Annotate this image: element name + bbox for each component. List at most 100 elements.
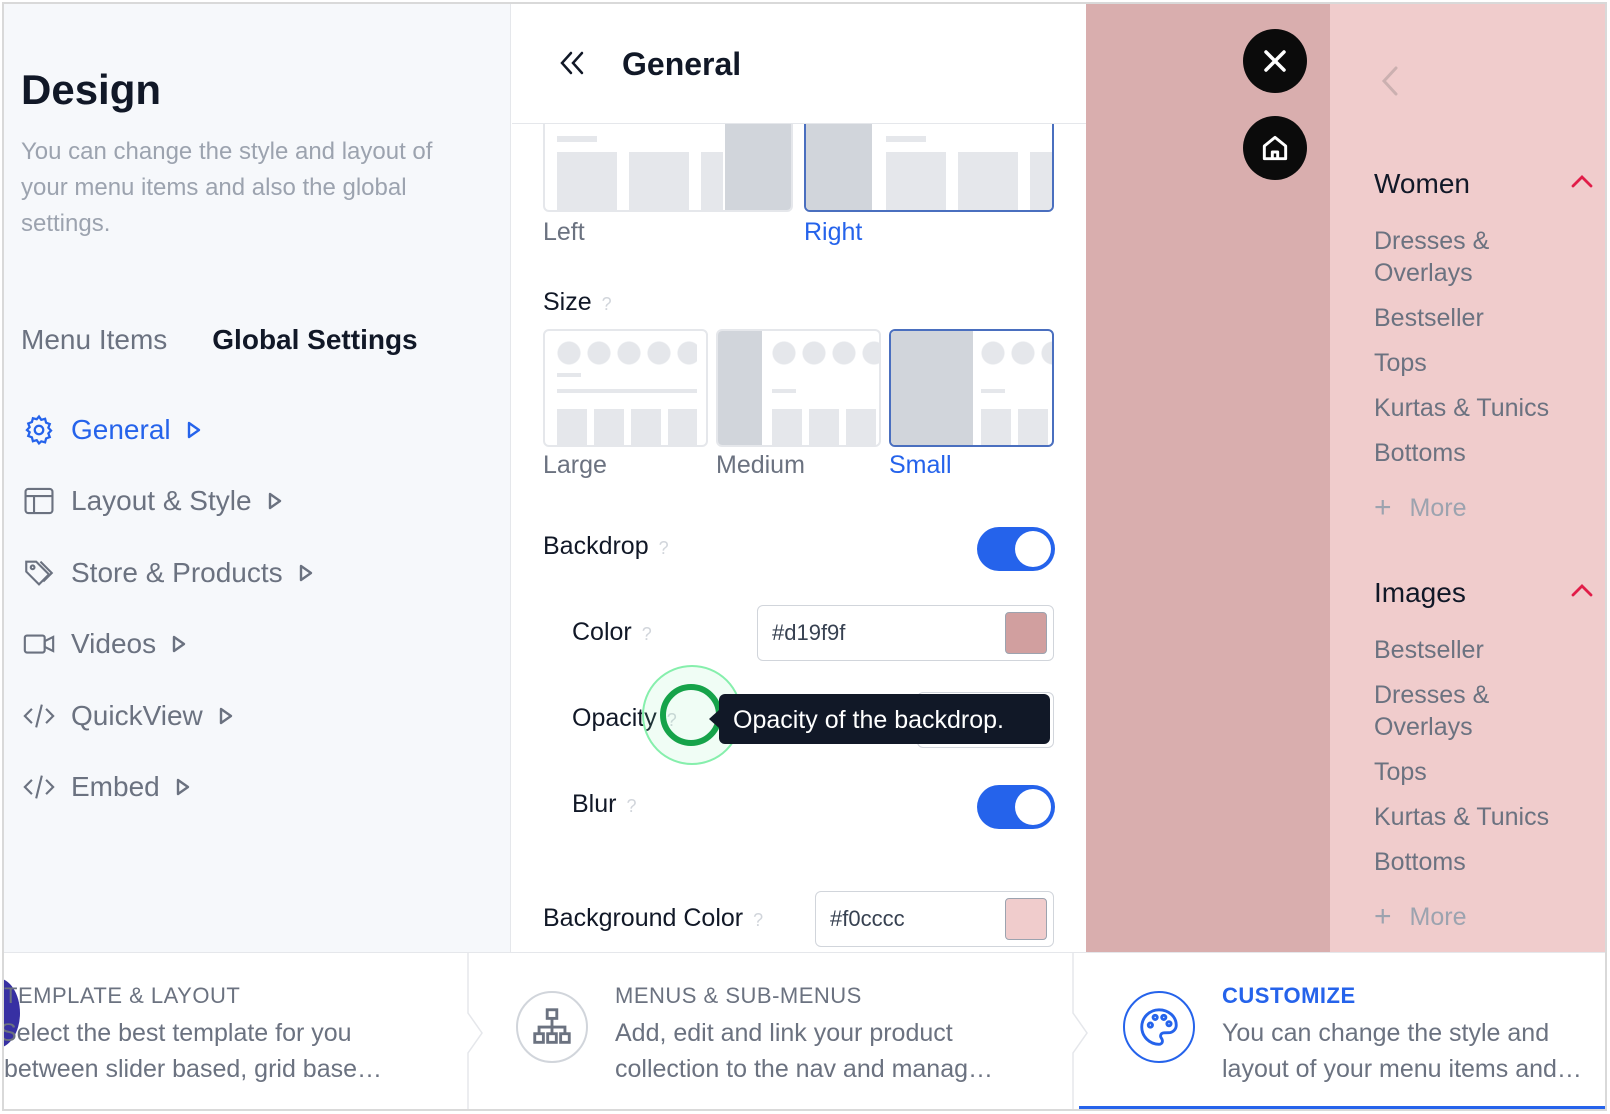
sitemap-icon	[516, 991, 588, 1063]
plus-icon: +	[1374, 900, 1392, 933]
menu-item[interactable]: Bestseller	[1374, 302, 1594, 334]
nav-label-layout-style: Layout & Style	[71, 485, 252, 517]
plus-icon: +	[1374, 491, 1392, 524]
step-menus-submenus[interactable]: MENUS & SUB-MENUS Add, edit and link you…	[486, 953, 1071, 1109]
position-right-label: Right	[804, 218, 863, 246]
backdrop-color-field[interactable]: #d19f9f	[757, 605, 1054, 661]
app-frame: Design You can change the style and layo…	[2, 2, 1607, 1111]
menu-item[interactable]: Dresses & Overlays	[1374, 679, 1594, 743]
menu-item[interactable]: Tops	[1374, 347, 1594, 379]
background-color-value: #f0cccc	[830, 906, 905, 931]
tags-icon	[21, 555, 57, 591]
help-icon[interactable]: ?	[659, 538, 669, 558]
step-title: TEMPLATE & LAYOUT	[4, 983, 241, 1008]
backdrop-label: Backdrop?	[543, 532, 669, 560]
size-medium-option[interactable]	[716, 329, 881, 447]
size-large-label: Large	[543, 451, 607, 479]
step-description: Add, edit and link your product collecti…	[615, 1019, 994, 1083]
menu-item[interactable]: Bottoms	[1374, 437, 1594, 469]
blur-toggle[interactable]	[977, 785, 1055, 829]
background-color-swatch[interactable]	[1005, 898, 1047, 940]
step-description: Select the best template for you between…	[4, 1019, 383, 1083]
backdrop-toggle[interactable]	[977, 527, 1055, 571]
close-icon	[1264, 50, 1286, 72]
position-left-label: Left	[543, 218, 585, 246]
step-title: CUSTOMIZE	[1222, 983, 1356, 1008]
step-divider	[467, 953, 483, 1109]
help-icon[interactable]: ?	[753, 910, 763, 930]
size-small-label: Small	[889, 451, 952, 479]
code-icon	[21, 769, 57, 805]
nav-item-store-products[interactable]: Store & Products	[21, 537, 313, 609]
help-icon[interactable]: ?	[642, 624, 652, 644]
menu-item[interactable]: Dresses & Overlays	[1374, 225, 1594, 289]
help-icon[interactable]: ?	[626, 796, 636, 816]
backdrop-color-swatch[interactable]	[1005, 612, 1047, 654]
step-title: MENUS & SUB-MENUS	[615, 983, 862, 1008]
step-progress-bar	[1079, 1106, 1605, 1109]
tab-global-settings[interactable]: Global Settings	[212, 324, 417, 356]
nav-label-videos: Videos	[71, 628, 157, 660]
step-template-layout[interactable]: TEMPLATE & LAYOUT Select the best templa…	[4, 953, 474, 1109]
sidebar-tabs: Menu Items Global Settings	[21, 324, 418, 356]
opacity-tooltip: Opacity of the backdrop.	[709, 694, 1050, 744]
double-chevron-left-icon[interactable]	[557, 48, 587, 78]
background-color-label: Background Color?	[543, 904, 764, 932]
background-color-field[interactable]: #f0cccc	[815, 891, 1054, 947]
onboarding-steps-bar: TEMPLATE & LAYOUT Select the best templa…	[4, 952, 1605, 1109]
tab-menu-items[interactable]: Menu Items	[21, 324, 167, 356]
menu-group-women: Women Dresses & Overlays Bestseller Tops…	[1374, 168, 1594, 525]
triangle-right-icon	[299, 564, 312, 581]
menu-group-header[interactable]: Images	[1374, 577, 1594, 621]
panel-title: General	[622, 46, 742, 82]
triangle-right-icon	[176, 779, 189, 796]
step-description: You can change the style and layout of y…	[1222, 1019, 1582, 1083]
menu-item[interactable]: Tops	[1374, 756, 1594, 788]
close-button[interactable]	[1243, 29, 1307, 93]
nav-item-general[interactable]: General	[21, 394, 313, 466]
nav-label-general: General	[71, 413, 171, 445]
layout-icon	[21, 483, 57, 519]
nav-label-quickview: QuickView	[71, 699, 203, 731]
help-icon[interactable]: ?	[602, 294, 612, 314]
more-link[interactable]: + More	[1374, 491, 1594, 525]
home-icon	[1262, 135, 1288, 161]
triangle-right-icon	[268, 493, 281, 510]
nav-item-layout-style[interactable]: Layout & Style	[21, 466, 313, 538]
chevron-left-icon[interactable]	[1378, 64, 1402, 98]
menu-group-header[interactable]: Women	[1374, 168, 1594, 212]
more-link[interactable]: + More	[1374, 900, 1594, 934]
size-large-option[interactable]	[543, 329, 708, 447]
menu-item[interactable]: Kurtas & Tunics	[1374, 392, 1594, 424]
page-description: You can change the style and layout of y…	[21, 138, 433, 237]
preview-menu-drawer: Women Dresses & Overlays Bestseller Tops…	[1330, 4, 1605, 952]
position-right-option[interactable]	[804, 114, 1054, 212]
palette-icon	[1123, 991, 1195, 1063]
step-customize[interactable]: CUSTOMIZE You can change the style and l…	[1091, 953, 1605, 1109]
code-icon	[21, 698, 57, 734]
triangle-right-icon	[187, 421, 200, 438]
menu-item[interactable]: Kurtas & Tunics	[1374, 801, 1594, 833]
home-button[interactable]	[1243, 116, 1307, 180]
nav-item-videos[interactable]: Videos	[21, 609, 313, 681]
page-title: Design	[21, 66, 162, 113]
nav-item-embed[interactable]: Embed	[21, 752, 313, 824]
menu-item[interactable]: Bestseller	[1374, 634, 1594, 666]
step-divider	[1072, 953, 1088, 1109]
settings-nav: General Layout & Style Store & Products	[21, 394, 313, 823]
size-small-option[interactable]	[889, 329, 1054, 447]
panel-header: General	[512, 4, 1086, 124]
size-medium-label: Medium	[716, 451, 805, 479]
nav-label-store-products: Store & Products	[71, 556, 283, 588]
nav-label-embed: Embed	[71, 771, 160, 803]
gear-icon	[21, 412, 57, 448]
position-left-option[interactable]	[543, 114, 793, 212]
chevron-up-icon[interactable]	[1570, 172, 1594, 190]
chevron-up-icon[interactable]	[1570, 581, 1594, 599]
size-label: Size?	[543, 288, 612, 316]
color-label: Color?	[572, 618, 652, 646]
nav-item-quickview[interactable]: QuickView	[21, 680, 313, 752]
triangle-right-icon	[219, 707, 232, 724]
menu-item[interactable]: Bottoms	[1374, 846, 1594, 878]
design-sidebar: Design You can change the style and layo…	[4, 4, 511, 952]
